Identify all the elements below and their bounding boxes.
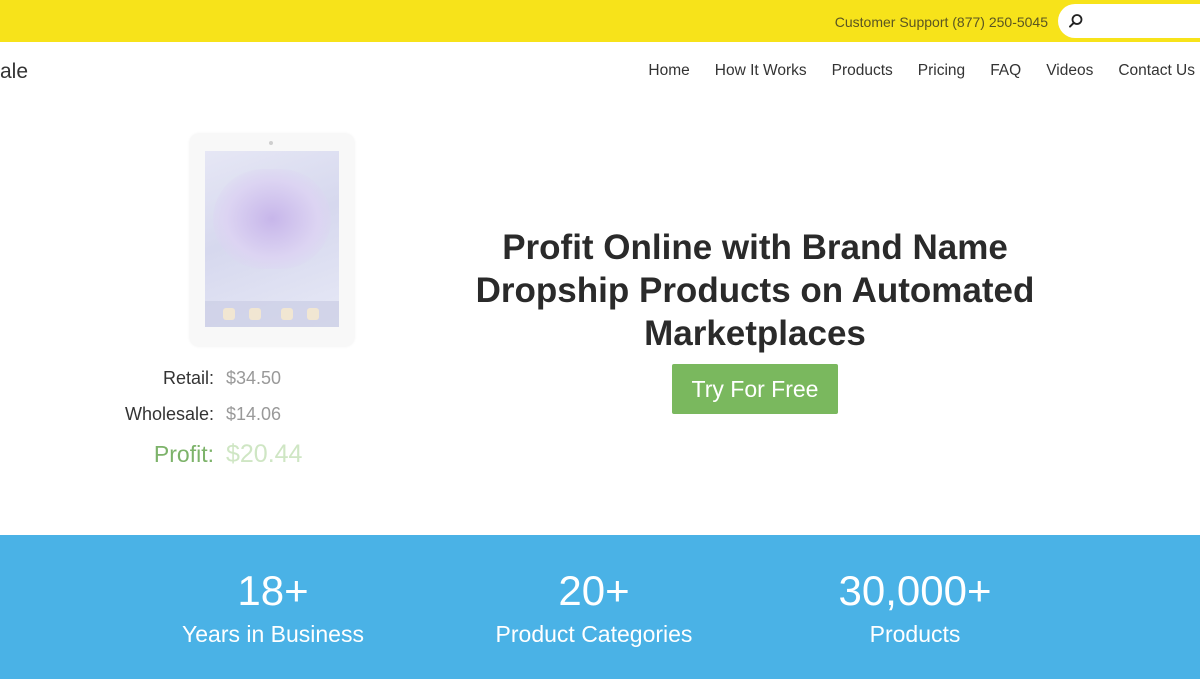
tablet-screen [205,151,339,327]
retail-price-row: Retail: $34.50 [0,368,281,389]
wholesale-label: Wholesale: [124,404,214,424]
stat-products: 30,000+ Products [755,567,1075,648]
nav-how-it-works[interactable]: How It Works [715,62,807,80]
profit-value: $20.44 [226,440,303,468]
stat-value: 18+ [237,567,309,614]
search-input[interactable] [1090,10,1195,32]
stats-band: 18+ Years in Business 20+ Product Catego… [0,535,1200,679]
dock-app-icon [223,308,235,320]
tablet-camera [269,141,273,145]
profit-label: Profit: [153,441,214,467]
nav-faq[interactable]: FAQ [990,62,1021,80]
nav-contact-us[interactable]: Contact Us [1118,62,1195,80]
stat-value: 30,000+ [838,567,992,614]
nav-products[interactable]: Products [832,62,893,80]
dock-app-icon [249,308,261,320]
tablet-product-image [190,134,354,346]
top-bar: Customer Support (877) 250-5045 [0,0,1200,42]
dock-app-icon [281,308,293,320]
main-nav: Home How It Works Products Pricing FAQ V… [648,62,1200,80]
search-icon[interactable] [1067,12,1085,30]
retail-label: Retail: [162,368,214,388]
nav-home[interactable]: Home [648,62,689,80]
nav-videos[interactable]: Videos [1046,62,1093,80]
dock-app-icon [307,308,319,320]
stat-label: Years in Business [182,621,364,647]
nav-pricing[interactable]: Pricing [918,62,965,80]
site-logo[interactable]: ale [0,60,28,84]
tablet-wallpaper [213,169,331,269]
search-box[interactable] [1058,4,1200,38]
stat-years: 18+ Years in Business [113,567,433,648]
stat-label: Products [869,621,961,647]
stat-value: 20+ [558,567,630,614]
tablet-dock [205,301,339,327]
retail-value: $34.50 [226,368,282,388]
hero-section: Retail: $34.50 Wholesale: $14.06 Profit:… [0,100,1200,535]
stat-categories: 20+ Product Categories [434,567,754,648]
stat-label: Product Categories [495,621,693,647]
try-for-free-button[interactable]: Try For Free [672,364,838,414]
hero-headline: Profit Online with Brand Name Dropship P… [475,228,1035,353]
profit-price-row: Profit: $20.44 [0,440,303,469]
wholesale-price-row: Wholesale: $14.06 [0,404,281,425]
customer-support-text: Customer Support (877) 250-5045 [834,14,1048,30]
wholesale-value: $14.06 [226,404,282,424]
